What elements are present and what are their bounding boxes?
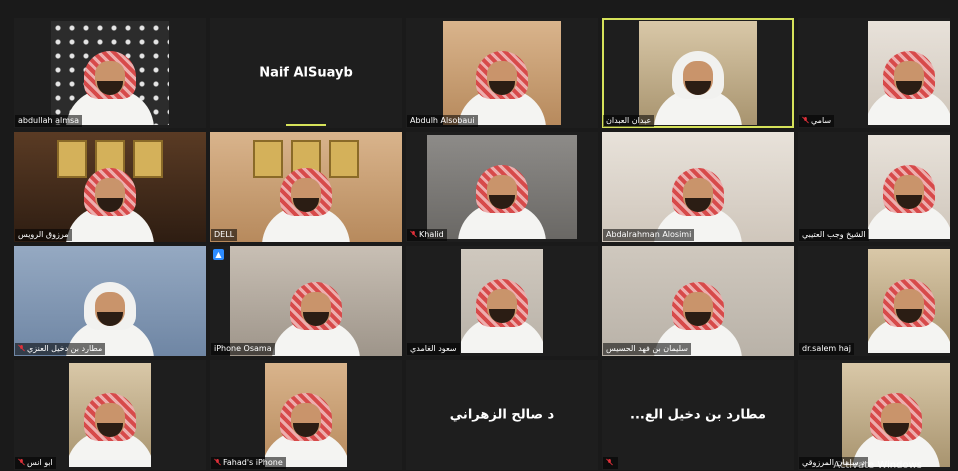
activate-windows-watermark: Activate Windows	[833, 460, 922, 471]
participant-figure	[258, 156, 354, 242]
participant-tile[interactable]: DELL	[210, 132, 402, 242]
participant-name: مطارد بن دخيل العنزي	[15, 343, 106, 355]
screen-share-badge-icon: ▲	[213, 249, 224, 260]
participant-name-large: د صالح الزهراني	[449, 407, 555, 423]
participant-name: Abdulh Alsobaui	[407, 115, 478, 127]
participant-tile[interactable]: Khalid	[406, 132, 598, 242]
participant-figure	[868, 267, 950, 353]
muted-mic-icon	[214, 458, 221, 466]
participant-tile[interactable]: سعود الغامدي	[406, 246, 598, 356]
participant-tile[interactable]: سامي	[798, 18, 950, 128]
video-feed	[265, 363, 347, 467]
video-feed	[14, 246, 206, 356]
video-feed	[602, 132, 794, 242]
participant-tile[interactable]: Naif AlSuayb	[210, 18, 402, 128]
participant-tile[interactable]: ابو انس	[14, 360, 206, 470]
video-feed	[51, 21, 169, 125]
participant-tile[interactable]: Fahad's iPhone	[210, 360, 402, 470]
participant-figure	[454, 39, 550, 125]
participant-figure	[650, 39, 746, 125]
video-feed	[427, 135, 577, 239]
participant-figure	[268, 270, 364, 356]
video-feed	[868, 135, 950, 239]
participant-figure	[848, 381, 944, 467]
participant-name-large: Naif AlSuayb	[259, 65, 353, 81]
participant-name-text: سامي	[811, 116, 832, 125]
participant-name-text: Khalid	[419, 230, 444, 239]
video-feed	[69, 363, 151, 467]
participant-name: Fahad's iPhone	[211, 457, 286, 469]
video-feed	[868, 249, 950, 353]
video-feed	[639, 21, 757, 125]
muted-mic-icon	[410, 230, 417, 238]
muted-mic-icon	[18, 344, 25, 352]
participant-figure	[265, 381, 347, 467]
muted-mic-icon	[606, 458, 613, 466]
participant-name: الشيخ وجب العتيبي	[799, 229, 869, 241]
participant-name	[603, 457, 618, 469]
participant-name: سعود الغامدي	[407, 343, 460, 355]
participant-figure	[461, 267, 543, 353]
participant-figure	[62, 156, 158, 242]
participant-name: iPhone Osama	[211, 343, 275, 355]
participant-name: Khalid	[407, 229, 447, 241]
participant-tile[interactable]: Abdalrahman Alosimi	[602, 132, 794, 242]
participant-name: ابو انس	[15, 457, 56, 469]
participant-tile[interactable]: د سلمان المرزوقي	[798, 360, 950, 470]
participant-figure	[868, 153, 950, 239]
participant-name: abdullah almsa	[15, 115, 83, 127]
participant-name-text: مطارد بن دخيل العنزي	[27, 344, 103, 353]
gallery-grid: abdullah almsa Naif AlSuayb Abdulh Alsob…	[14, 18, 950, 470]
participant-name: سليمان بن فهد الحسيس	[603, 343, 691, 355]
participant-name-large: ...مطارد بن دخيل الع	[630, 407, 766, 423]
participant-figure	[868, 39, 950, 125]
participant-tile[interactable]: ▲ iPhone Osama	[210, 246, 402, 356]
participant-tile[interactable]: سليمان بن فهد الحسيس	[602, 246, 794, 356]
participant-tile[interactable]: abdullah almsa	[14, 18, 206, 128]
video-feed	[868, 21, 950, 125]
muted-mic-icon	[802, 116, 809, 124]
video-feed	[461, 249, 543, 353]
participant-name: Abdalrahman Alosimi	[603, 229, 695, 241]
video-feed	[230, 246, 402, 356]
participant-name: عبدان العبدان	[603, 115, 655, 127]
video-feed	[14, 132, 206, 242]
participant-name-text: Fahad's iPhone	[223, 458, 283, 467]
video-feed	[443, 21, 561, 125]
video-feed	[602, 246, 794, 356]
participant-figure	[454, 153, 550, 239]
video-feed	[210, 132, 402, 242]
participant-name-text: ابو انس	[27, 458, 53, 467]
participant-name: dr.salem haj	[799, 343, 854, 355]
participant-tile[interactable]: الشيخ وجب العتيبي	[798, 132, 950, 242]
speaking-indicator	[286, 124, 326, 126]
participant-tile[interactable]: Abdulh Alsobaui	[406, 18, 598, 128]
participant-tile[interactable]: dr.salem haj	[798, 246, 950, 356]
participant-figure	[62, 39, 158, 125]
participant-name: مرزوق الرويس	[15, 229, 72, 241]
participant-tile[interactable]: مطارد بن دخيل العنزي	[14, 246, 206, 356]
participant-tile[interactable]: مرزوق الرويس	[14, 132, 206, 242]
participant-figure	[69, 381, 151, 467]
participant-tile[interactable]: د صالح الزهراني	[406, 360, 598, 470]
video-feed	[842, 363, 950, 467]
participant-tile[interactable]: ...مطارد بن دخيل الع	[602, 360, 794, 470]
participant-name: DELL	[211, 229, 238, 241]
participant-tile-active-speaker[interactable]: عبدان العبدان	[602, 18, 794, 128]
muted-mic-icon	[18, 458, 25, 466]
participant-name: سامي	[799, 115, 835, 127]
